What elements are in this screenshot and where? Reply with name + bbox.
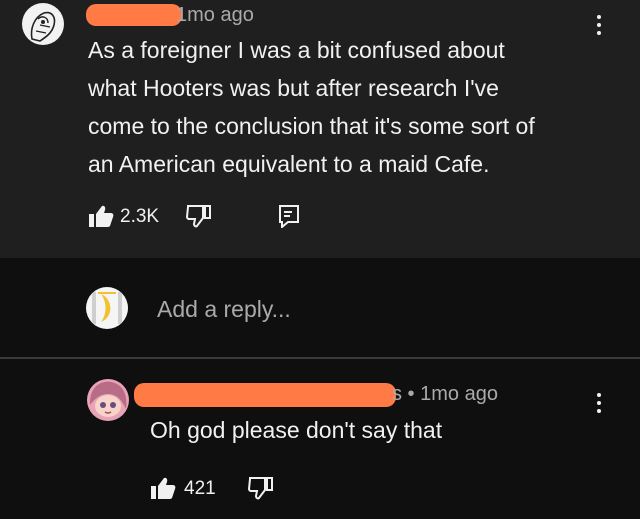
add-reply-input[interactable]: Add a reply... xyxy=(157,296,291,323)
thumbs-down-icon[interactable] xyxy=(248,476,274,500)
reply-menu-icon[interactable] xyxy=(595,393,603,415)
redacted-username xyxy=(134,383,396,407)
reply-author-avatar[interactable] xyxy=(87,379,129,421)
comment-like-count: 2.3K xyxy=(120,206,160,227)
current-user-avatar xyxy=(86,287,128,329)
comment-menu-icon[interactable] xyxy=(595,15,603,37)
thumbs-up-icon[interactable] xyxy=(150,476,176,500)
thumbs-down-icon[interactable] xyxy=(186,204,212,228)
redacted-username xyxy=(86,4,182,26)
commenter-avatar[interactable] xyxy=(22,3,64,45)
comment-line: what Hooters was but after research I've xyxy=(88,75,499,101)
comment-line: come to the conclusion that it's some so… xyxy=(88,113,535,139)
comment-text: As a foreigner I was a bit confused abou… xyxy=(88,31,535,183)
reply-text: Oh god please don't say that xyxy=(150,417,443,443)
comment-line: an American equivalent to a maid Cafe. xyxy=(88,151,490,177)
comment-timestamp: 1mo ago xyxy=(176,4,254,26)
divider xyxy=(0,357,640,359)
reply-like-count: 421 xyxy=(184,478,216,499)
reply-timestamp: s • 1mo ago xyxy=(392,383,498,405)
comment-line: As a foreigner I was a bit confused abou… xyxy=(88,37,505,63)
reply-icon[interactable] xyxy=(278,204,300,228)
thumbs-up-icon[interactable] xyxy=(88,204,114,228)
